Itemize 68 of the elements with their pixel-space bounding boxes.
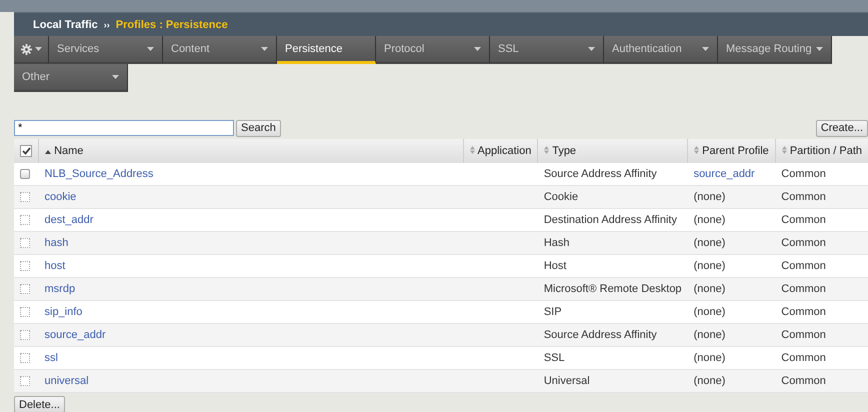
partition-cell: Common (781, 260, 826, 272)
type-cell: Source Address Affinity (544, 168, 657, 180)
type-cell: Universal (544, 375, 590, 387)
caret-icon (588, 47, 595, 51)
parent-profile-cell: (none) (694, 329, 726, 341)
type-cell: SIP (544, 306, 562, 318)
column-header[interactable]: Type (538, 139, 688, 163)
type-cell: Source Address Affinity (544, 329, 657, 341)
column-header[interactable]: Name (38, 139, 464, 163)
settings-menu-button[interactable] (14, 36, 49, 64)
page-title: Profiles : Persistence (116, 18, 228, 30)
settings-icon (20, 44, 32, 54)
type-cell: Cookie (544, 191, 578, 203)
menu-tab[interactable]: Protocol (376, 36, 490, 64)
sort-icon (782, 146, 787, 154)
partition-cell: Common (781, 329, 826, 341)
sort-icon (544, 146, 550, 154)
breadcrumb-separator: ›› (104, 20, 110, 30)
parent-profile-cell: (none) (694, 237, 726, 249)
sort-icon (694, 146, 700, 154)
partition-cell: Common (781, 352, 826, 364)
parent-profile-cell: (none) (694, 283, 726, 295)
column-header[interactable]: Partition / Path (775, 139, 868, 163)
menu-tab[interactable]: Authentication (604, 36, 718, 64)
column-header[interactable]: Parent Profile (688, 139, 776, 163)
partition-cell: Common (781, 214, 826, 226)
parent-profile-cell: (none) (694, 191, 726, 203)
type-cell: Destination Address Affinity (544, 214, 677, 226)
partition-cell: Common (781, 237, 826, 249)
partition-cell: Common (781, 375, 826, 387)
partition-cell: Common (781, 283, 826, 295)
search-button[interactable]: Search (236, 120, 281, 136)
menu-tab[interactable]: Services (49, 36, 163, 64)
type-cell: Host (544, 260, 566, 272)
caret-icon (702, 47, 709, 51)
delete-button[interactable]: Delete... (14, 396, 65, 412)
type-cell: Hash (544, 237, 570, 249)
caret-icon (816, 47, 823, 51)
caret-icon (261, 47, 268, 51)
search-field[interactable]: * (14, 120, 234, 136)
row-checkbox[interactable] (20, 169, 30, 179)
menu-tab[interactable]: Content (163, 36, 277, 64)
profile-name-link[interactable]: NLB_Source_Address (44, 168, 154, 180)
parent-profile-cell: (none) (694, 306, 726, 318)
partition-cell: Common (781, 168, 826, 180)
parent-profile-cell: (none) (694, 260, 726, 272)
partition-cell: Common (781, 191, 826, 203)
caret-icon (34, 47, 42, 51)
parent-profile-cell: (none) (694, 214, 726, 226)
caret-icon (112, 75, 119, 79)
caret-icon (474, 47, 481, 51)
sort-icon (470, 146, 476, 154)
create-button[interactable]: Create... (816, 120, 868, 136)
menu-tab[interactable]: Other (14, 64, 128, 92)
type-cell: Microsoft® Remote Desktop (544, 283, 682, 295)
menu-tab[interactable]: SSL (490, 36, 604, 64)
parent-profile-link[interactable]: source_addr (694, 168, 755, 180)
breadcrumb-section[interactable]: Local Traffic (33, 18, 98, 30)
column-header[interactable]: Application (464, 139, 538, 163)
parent-profile-cell: (none) (694, 352, 726, 364)
select-all-checkbox[interactable] (20, 145, 32, 157)
type-cell: SSL (544, 352, 565, 364)
sort-ascending-icon (45, 150, 51, 154)
menu-tab[interactable]: Message Routing (718, 36, 832, 64)
partition-cell: Common (781, 306, 826, 318)
caret-icon (147, 47, 154, 51)
parent-profile-cell: (none) (694, 375, 726, 387)
menu-tab[interactable]: Persistence (277, 36, 376, 64)
